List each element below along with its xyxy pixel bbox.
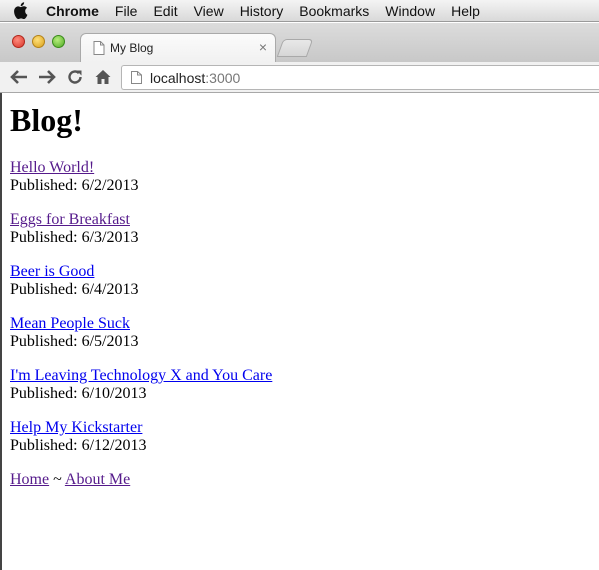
menu-file[interactable]: File <box>107 0 146 22</box>
menu-window[interactable]: Window <box>377 0 443 22</box>
footer-home-link[interactable]: Home <box>10 471 49 488</box>
close-window-button[interactable] <box>12 35 25 48</box>
post-link-beer-is-good[interactable]: Beer is Good <box>10 263 94 280</box>
back-arrow-icon[interactable] <box>8 66 30 88</box>
url-port: :3000 <box>205 70 241 86</box>
post-item: Mean People Suck Published: 6/5/2013 <box>10 315 590 351</box>
post-item: I'm Leaving Technology X and You Care Pu… <box>10 367 590 403</box>
post-published-date: Published: 6/2/2013 <box>10 177 139 194</box>
post-link-eggs-for-breakfast[interactable]: Eggs for Breakfast <box>10 211 130 228</box>
post-link-help-my-kickstarter[interactable]: Help My Kickstarter <box>10 419 142 436</box>
post-item: Help My Kickstarter Published: 6/12/2013 <box>10 419 590 455</box>
post-published-date: Published: 6/5/2013 <box>10 333 139 350</box>
post-published-date: Published: 6/4/2013 <box>10 281 139 298</box>
menu-help[interactable]: Help <box>443 0 488 22</box>
menu-bar: Chrome File Edit View History Bookmarks … <box>0 0 599 22</box>
post-published-date: Published: 6/3/2013 <box>10 229 139 246</box>
menu-history[interactable]: History <box>232 0 292 22</box>
post-item: Beer is Good Published: 6/4/2013 <box>10 263 590 299</box>
post-item: Hello World! Published: 6/2/2013 <box>10 159 590 195</box>
address-text: localhost:3000 <box>150 70 240 86</box>
post-link-mean-people-suck[interactable]: Mean People Suck <box>10 315 130 332</box>
menu-edit[interactable]: Edit <box>145 0 185 22</box>
menu-view[interactable]: View <box>186 0 232 22</box>
page-title: Blog! <box>10 102 83 138</box>
post-published-date: Published: 6/12/2013 <box>10 437 147 454</box>
page-icon <box>131 71 142 84</box>
zoom-window-button[interactable] <box>52 35 65 48</box>
page-content: Blog! Hello World! Published: 6/2/2013 E… <box>10 94 590 489</box>
home-icon[interactable] <box>92 66 114 88</box>
menu-app-chrome[interactable]: Chrome <box>40 0 107 22</box>
post-link-hello-world[interactable]: Hello World! <box>10 159 94 176</box>
minimize-window-button[interactable] <box>32 35 45 48</box>
apple-icon[interactable] <box>0 0 40 22</box>
tab-my-blog[interactable]: My Blog × <box>80 33 276 62</box>
footer-nav: Home ~ About Me <box>10 471 590 489</box>
close-tab-icon[interactable]: × <box>259 39 267 55</box>
browser-toolbar: localhost:3000 <box>0 62 599 93</box>
post-published-date: Published: 6/10/2013 <box>10 385 147 402</box>
forward-arrow-icon[interactable] <box>36 66 58 88</box>
footer-about-link[interactable]: About Me <box>65 471 130 488</box>
tab-title: My Blog <box>110 41 154 55</box>
url-host: localhost <box>150 70 206 86</box>
tab-strip: My Blog × <box>0 23 599 62</box>
window-edge <box>0 93 2 570</box>
post-link-leaving-technology-x[interactable]: I'm Leaving Technology X and You Care <box>10 367 272 384</box>
new-tab-button[interactable] <box>276 39 314 57</box>
menu-bookmarks[interactable]: Bookmarks <box>291 0 377 22</box>
page-icon <box>93 41 105 55</box>
reload-icon[interactable] <box>64 66 86 88</box>
footer-separator: ~ <box>49 471 65 488</box>
address-bar[interactable]: localhost:3000 <box>121 65 599 90</box>
post-item: Eggs for Breakfast Published: 6/3/2013 <box>10 211 590 247</box>
